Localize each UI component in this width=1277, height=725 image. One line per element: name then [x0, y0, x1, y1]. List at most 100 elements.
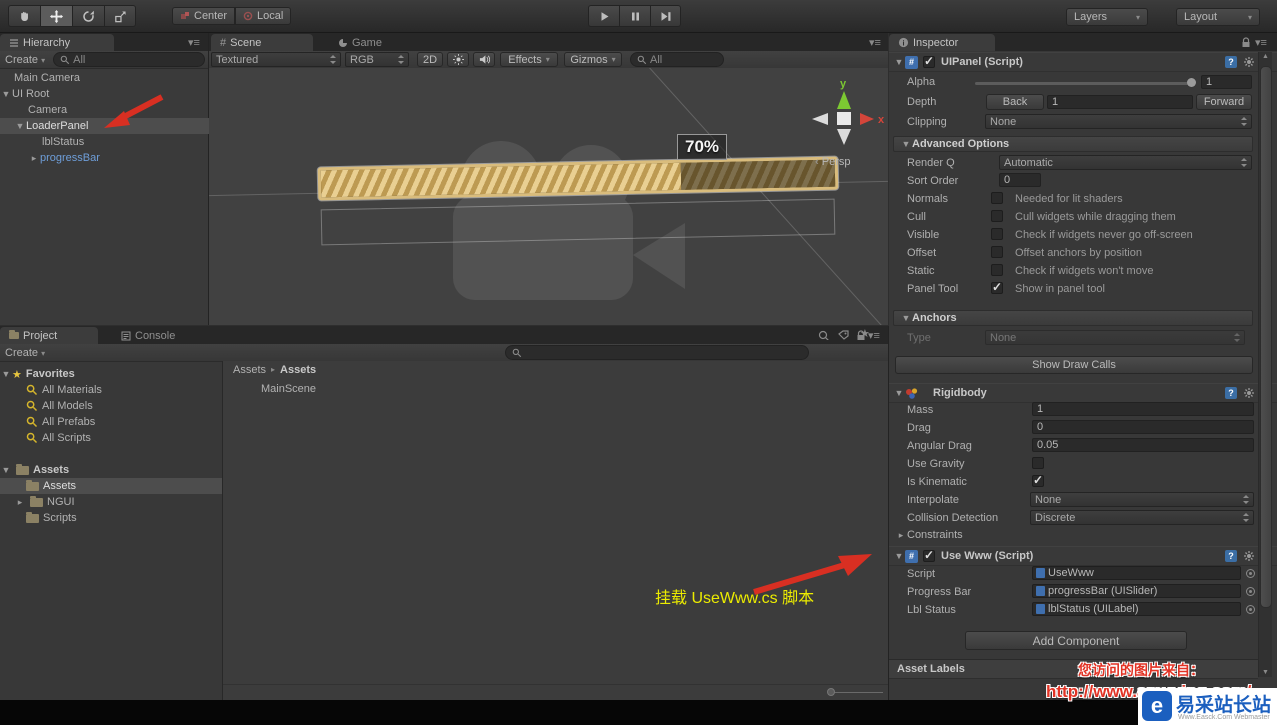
foldout-open-icon[interactable]: ▼: [0, 89, 12, 99]
lbl-status-object-field[interactable]: lblStatus (UILabel): [1032, 602, 1241, 616]
favorites-root[interactable]: ▼ ★ Favorites: [0, 366, 222, 382]
depth-forward-button[interactable]: Forward: [1196, 94, 1252, 110]
object-picker-icon[interactable]: [1246, 569, 1255, 578]
foldout-open-icon[interactable]: ▼: [893, 57, 905, 67]
help-icon[interactable]: ?: [1225, 56, 1237, 68]
zoom-slider-knob[interactable]: [827, 688, 835, 696]
hierarchy-item-main-camera[interactable]: Main Camera: [0, 70, 222, 86]
tab-game[interactable]: Game: [329, 34, 391, 51]
collision-detection-dropdown[interactable]: Discrete: [1030, 510, 1254, 525]
scene-orientation-gizmo[interactable]: y x: [804, 73, 888, 153]
uipanel-enabled-checkbox[interactable]: [923, 54, 935, 68]
usewww-component-header[interactable]: ▼ # Use Www (Script) ?: [889, 546, 1277, 566]
search-by-label-icon[interactable]: [838, 330, 849, 340]
move-tool-button[interactable]: [40, 5, 72, 27]
folder-ngui[interactable]: ▸ NGUI: [0, 494, 236, 510]
favorite-star-icon[interactable]: ★: [860, 327, 870, 340]
panel-menu-icon[interactable]: ▾≡: [869, 36, 881, 49]
breadcrumb-root[interactable]: Assets: [233, 364, 266, 376]
show-draw-calls-button[interactable]: Show Draw Calls: [895, 356, 1253, 374]
neg-y-axis-cone[interactable]: [837, 129, 851, 145]
lighting-toggle-button[interactable]: [447, 52, 469, 67]
lock-icon[interactable]: [1241, 37, 1251, 48]
scrollbar-thumb[interactable]: [1260, 66, 1272, 608]
hierarchy-search-input[interactable]: All: [53, 52, 206, 67]
play-button[interactable]: [588, 5, 619, 27]
foldout-open-icon[interactable]: ▼: [900, 313, 912, 323]
tab-scene[interactable]: # Scene: [211, 34, 313, 51]
search-by-type-icon[interactable]: [818, 330, 829, 340]
folder-scripts[interactable]: Scripts: [0, 510, 248, 526]
neg-x-axis-cone[interactable]: [812, 113, 828, 125]
drag-field[interactable]: 0: [1032, 420, 1254, 434]
asset-mainscene[interactable]: MainScene: [261, 381, 316, 397]
foldout-open-icon[interactable]: ▼: [14, 121, 26, 131]
y-axis-cone[interactable]: [837, 91, 851, 109]
progress-bar-object-field[interactable]: progressBar (UISlider): [1032, 584, 1241, 598]
tab-inspector[interactable]: i Inspector: [889, 34, 995, 51]
asset-list-area[interactable]: MainScene: [223, 378, 888, 684]
anchors-header[interactable]: ▼ Anchors: [893, 310, 1253, 326]
alpha-value-field[interactable]: 1: [1201, 75, 1252, 89]
layers-dropdown[interactable]: Layers ▾: [1066, 8, 1148, 26]
help-icon[interactable]: ?: [1225, 550, 1237, 562]
panel-tool-checkbox[interactable]: [991, 280, 1003, 294]
tab-console[interactable]: Console: [112, 327, 184, 344]
help-icon[interactable]: ?: [1225, 387, 1237, 399]
uipanel-component-header[interactable]: ▼ # UIPanel (Script) ?: [889, 52, 1277, 72]
panel-menu-icon[interactable]: ▾≡: [188, 36, 200, 49]
panel-menu-icon[interactable]: ▾≡: [1255, 36, 1267, 49]
object-picker-icon[interactable]: [1246, 605, 1255, 614]
advanced-options-header[interactable]: ▼ Advanced Options: [893, 136, 1253, 152]
cull-checkbox[interactable]: [991, 210, 1003, 222]
effects-dropdown[interactable]: Effects ▾: [500, 52, 558, 67]
shading-mode-dropdown[interactable]: Textured: [211, 52, 341, 67]
alpha-slider-knob[interactable]: [1187, 78, 1196, 87]
gizmos-dropdown[interactable]: Gizmos ▾: [564, 52, 622, 67]
tab-project[interactable]: Project: [0, 327, 98, 344]
favorite-all-scripts[interactable]: All Scripts: [0, 430, 248, 446]
create-dropdown[interactable]: Create ▾: [5, 347, 45, 359]
scale-tool-button[interactable]: [104, 5, 136, 27]
tab-hierarchy[interactable]: Hierarchy: [0, 34, 114, 51]
clipping-dropdown[interactable]: None: [985, 114, 1252, 129]
usewww-enabled-checkbox[interactable]: [923, 548, 935, 562]
sort-order-field[interactable]: 0: [999, 173, 1041, 187]
x-axis-cone[interactable]: [860, 113, 874, 125]
audio-toggle-button[interactable]: [473, 52, 495, 67]
foldout-closed-icon[interactable]: ▸: [28, 153, 40, 164]
pivot-center-button[interactable]: Center: [172, 7, 236, 25]
object-picker-icon[interactable]: [1246, 587, 1255, 596]
render-channels-dropdown[interactable]: RGB: [345, 52, 409, 67]
perspective-label[interactable]: ‹ Persp: [815, 156, 850, 168]
render-q-dropdown[interactable]: Automatic: [999, 155, 1252, 170]
favorite-all-models[interactable]: All Models: [0, 398, 248, 414]
favorite-all-prefabs[interactable]: All Prefabs: [0, 414, 248, 430]
project-search-input[interactable]: [505, 345, 809, 360]
anchor-type-dropdown[interactable]: None: [985, 330, 1245, 345]
angular-drag-field[interactable]: 0.05: [1032, 438, 1254, 452]
gizmo-center-cube[interactable]: [837, 112, 851, 125]
2d-toggle-button[interactable]: 2D: [417, 52, 443, 67]
foldout-open-icon[interactable]: ▼: [0, 369, 12, 379]
interpolate-dropdown[interactable]: None: [1030, 492, 1254, 507]
is-kinematic-checkbox[interactable]: [1032, 473, 1044, 487]
use-gravity-checkbox[interactable]: [1032, 457, 1044, 469]
foldout-open-icon[interactable]: ▼: [893, 551, 905, 561]
assets-root-folder[interactable]: ▼ Assets: [0, 462, 222, 478]
favorite-all-materials[interactable]: All Materials: [0, 382, 248, 398]
scroll-down-icon[interactable]: ▼: [1262, 669, 1269, 676]
alpha-slider-track[interactable]: [975, 82, 1193, 85]
foldout-open-icon[interactable]: ▼: [900, 139, 912, 149]
progressbar-widget[interactable]: [317, 156, 839, 201]
foldout-open-icon[interactable]: ▼: [0, 465, 12, 475]
hierarchy-item-progressbar[interactable]: ▸ progressBar: [0, 150, 236, 166]
rigidbody-component-header[interactable]: ▼ Rigidbody ?: [889, 383, 1277, 403]
gear-icon[interactable]: [1243, 56, 1255, 68]
inspector-scrollbar[interactable]: ▲ ▼: [1258, 52, 1272, 677]
folder-assets[interactable]: Assets: [0, 478, 248, 494]
gear-icon[interactable]: [1243, 550, 1255, 562]
axis-local-button[interactable]: Local: [235, 7, 292, 25]
offset-checkbox[interactable]: [991, 246, 1003, 258]
foldout-closed-icon[interactable]: ▸: [14, 497, 26, 508]
